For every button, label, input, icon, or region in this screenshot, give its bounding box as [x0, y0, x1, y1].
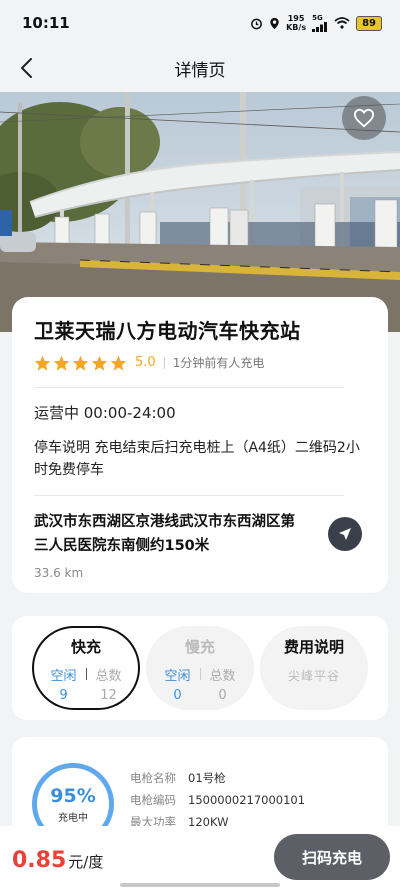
price: 0.85 元/度	[12, 848, 103, 873]
gun-info: 电枪名称 01号枪 电枪编码 1500000217000101 最大功率 120…	[130, 767, 305, 833]
tab-stats-values: 0 0	[156, 688, 245, 703]
free-label: 空闲	[50, 669, 77, 684]
charger-tabs-card: 快充 空闲 总数 9 12 慢充 空闲 总数 0 0 费用说明 尖峰平谷	[12, 616, 388, 720]
rating-row: 5.0 1分钟前有人充电	[34, 354, 366, 371]
nav-bar: 详情页	[0, 46, 400, 90]
tab-fee-info[interactable]: 费用说明 尖峰平谷	[260, 626, 368, 710]
rating-score: 5.0	[135, 355, 156, 370]
free-count: 0	[173, 688, 182, 703]
tab-title: 慢充	[184, 638, 215, 656]
recent-activity: 1分钟前有人充电	[172, 356, 265, 370]
address-row: 武汉市东西湖区京港线武汉市东西湖区第三人民医院东南侧约150米	[34, 510, 366, 558]
gun-info-value: 01号枪	[188, 771, 226, 785]
heart-icon	[353, 108, 375, 128]
tab-stats-values: 9 12	[42, 688, 131, 703]
distance: 33.6 km	[34, 566, 84, 580]
station-address: 武汉市东西湖区京港线武汉市东西湖区第三人民医院东南侧约150米	[34, 514, 295, 554]
gun-info-key: 电枪编码	[130, 793, 176, 807]
gun-info-value: 1500000217000101	[188, 793, 306, 807]
net-speed: 195 KB/s	[286, 14, 306, 32]
rating-divider	[163, 356, 165, 369]
parking-note: 停车说明 充电结束后扫充电桩上（A4纸）二维码2小时免费停车	[34, 440, 360, 478]
page-title: 详情页	[174, 60, 226, 81]
station-photo	[0, 92, 400, 332]
total-count: 0	[218, 688, 227, 703]
status-icons: 195 KB/s 5G 89	[250, 14, 382, 32]
divider	[34, 387, 344, 388]
tab-stats-labels: 空闲 总数	[156, 665, 245, 684]
tab-title: 费用说明	[283, 638, 344, 656]
peak-valley-note: 尖峰平谷	[287, 669, 340, 683]
star-icon	[53, 355, 70, 371]
star-icon	[110, 355, 127, 371]
scan-charge-button[interactable]: 扫码充电	[274, 834, 390, 880]
bottom-bar: 0.85 元/度 扫码充电	[0, 826, 400, 889]
charge-state: 充电中	[58, 812, 88, 824]
star-icon	[72, 355, 89, 371]
divider	[34, 495, 344, 496]
battery-indicator: 89	[356, 15, 382, 31]
price-unit: 元/度	[68, 853, 104, 871]
rating-stars	[34, 355, 127, 371]
status-bar: 10:11 195 KB/s 5G 89	[0, 0, 400, 46]
tab-stats-labels: 空闲 总数	[42, 665, 131, 684]
star-icon	[34, 355, 51, 371]
net-speed-unit: KB/s	[286, 23, 307, 32]
alarm-icon	[251, 18, 262, 29]
total-count: 12	[100, 688, 117, 703]
location-icon	[270, 17, 279, 29]
network-type: 5G	[312, 14, 323, 22]
tab-fast-charge[interactable]: 快充 空闲 总数 9 12	[32, 626, 140, 710]
favorite-button[interactable]	[342, 96, 386, 140]
total-label: 总数	[209, 669, 236, 684]
operating-hours: 运营中 00:00-24:00	[34, 404, 176, 422]
free-label: 空闲	[164, 669, 191, 684]
price-value: 0.85	[12, 848, 67, 873]
wifi-icon	[334, 17, 350, 29]
home-indicator[interactable]	[120, 883, 280, 887]
tab-title: 快充	[70, 638, 101, 656]
status-time: 10:11	[22, 14, 70, 32]
navigation-arrow-icon	[339, 528, 351, 540]
gun-info-row: 电枪名称 01号枪	[130, 767, 305, 789]
station-name: 卫莱天瑞八方电动汽车快充站	[34, 319, 301, 343]
gun-info-key: 电枪名称	[130, 771, 176, 785]
station-photo-illustration	[0, 92, 400, 332]
charge-percent: 95%	[50, 784, 96, 807]
tab-slow-charge[interactable]: 慢充 空闲 总数 0 0	[146, 626, 254, 710]
gun-info-row: 电枪编码 1500000217000101	[130, 789, 305, 811]
star-icon	[91, 355, 108, 371]
signal-icon	[312, 22, 328, 32]
navigate-button[interactable]	[328, 517, 362, 551]
chevron-left-icon	[21, 58, 32, 78]
back-button[interactable]	[10, 52, 42, 84]
net-speed-value: 195	[287, 14, 305, 23]
total-label: 总数	[95, 669, 122, 684]
free-count: 9	[59, 688, 68, 703]
station-info-card: 卫莱天瑞八方电动汽车快充站 5.0 1分钟前有人充电 运营中 00:00-24:…	[12, 297, 388, 593]
